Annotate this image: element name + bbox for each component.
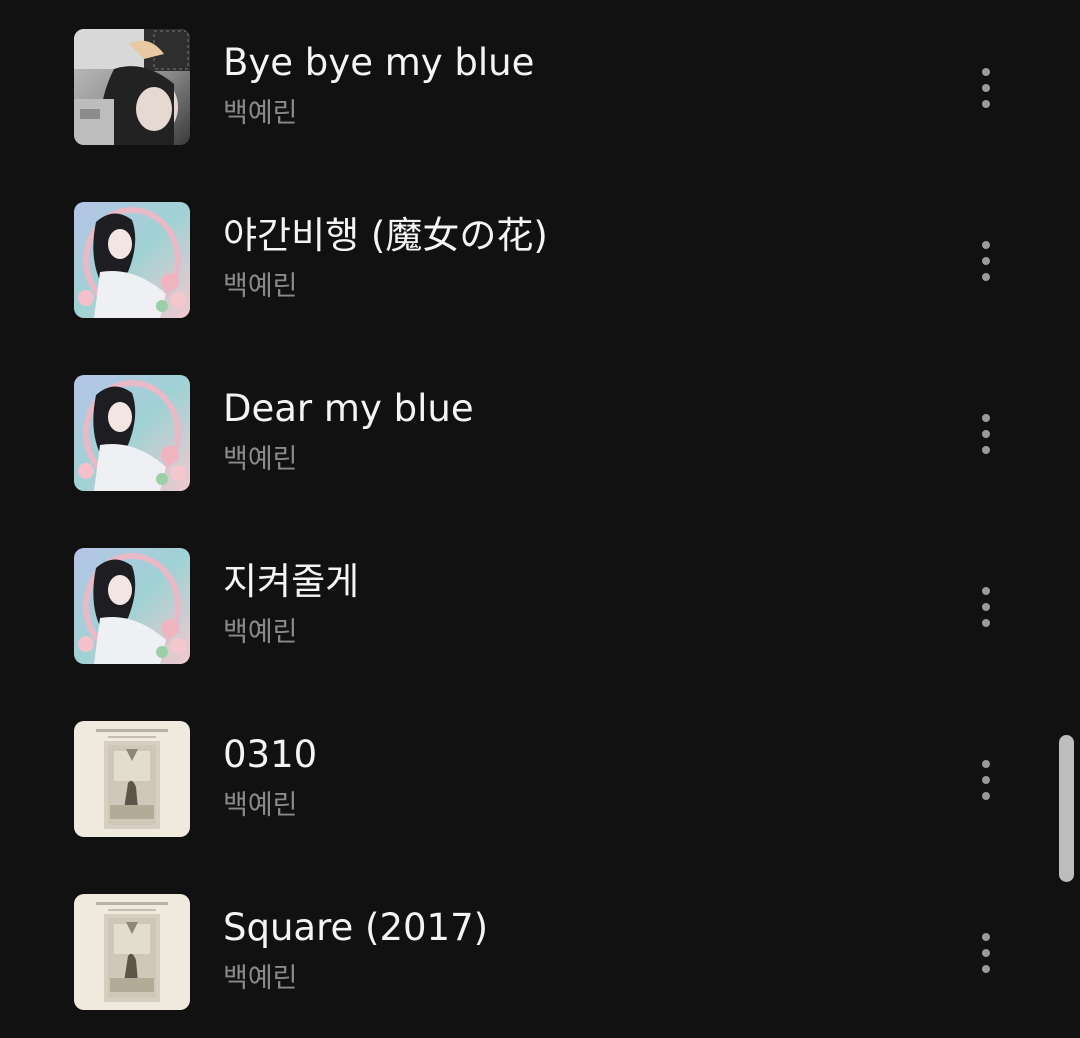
dot xyxy=(982,273,990,281)
dot xyxy=(982,414,990,422)
song-row[interactable]: Square (2017) 백예린 xyxy=(0,865,1080,1038)
more-vert-icon[interactable] xyxy=(964,750,1008,810)
dot xyxy=(982,965,990,973)
album-art-our-love-is-great[interactable] xyxy=(74,375,190,491)
song-title[interactable]: Square (2017) xyxy=(223,906,488,950)
song-title[interactable]: 지켜줄게 xyxy=(223,560,359,604)
dot xyxy=(982,100,990,108)
album-art-every-letter[interactable] xyxy=(74,894,190,1010)
song-title[interactable]: Dear my blue xyxy=(223,387,474,431)
more-vert-icon[interactable] xyxy=(964,58,1008,118)
song-title[interactable]: Bye bye my blue xyxy=(223,41,534,85)
song-title[interactable]: 야간비행 (魔女の花) xyxy=(223,214,548,258)
dot xyxy=(982,603,990,611)
song-list: Bye bye my blue 백예린 야간비행 (魔女の花) 백예린 Dear… xyxy=(0,0,1080,1036)
song-row[interactable]: 0310 백예린 xyxy=(0,692,1080,865)
dot xyxy=(982,587,990,595)
dot xyxy=(982,933,990,941)
song-title[interactable]: 0310 xyxy=(223,733,317,777)
song-artist: 백예린 xyxy=(223,963,298,994)
dot xyxy=(982,446,990,454)
song-artist: 백예린 xyxy=(223,271,298,302)
song-row[interactable]: Dear my blue 백예린 xyxy=(0,346,1080,519)
dot xyxy=(982,619,990,627)
scrollbar[interactable] xyxy=(1059,735,1074,882)
dot xyxy=(982,68,990,76)
song-artist: 백예린 xyxy=(223,617,298,648)
song-artist: 백예린 xyxy=(223,790,298,821)
dot xyxy=(982,792,990,800)
more-vert-icon[interactable] xyxy=(964,231,1008,291)
album-art-every-letter[interactable] xyxy=(74,721,190,837)
more-vert-icon[interactable] xyxy=(964,404,1008,464)
song-row[interactable]: 지켜줄게 백예린 xyxy=(0,519,1080,692)
album-art-bye-bye-my-blue[interactable] xyxy=(74,29,190,145)
dot xyxy=(982,430,990,438)
dot xyxy=(982,84,990,92)
song-artist: 백예린 xyxy=(223,98,298,129)
dot xyxy=(982,760,990,768)
more-vert-icon[interactable] xyxy=(964,577,1008,637)
album-art-our-love-is-great[interactable] xyxy=(74,548,190,664)
dot xyxy=(982,241,990,249)
song-row[interactable]: 야간비행 (魔女の花) 백예린 xyxy=(0,173,1080,346)
dot xyxy=(982,949,990,957)
album-art-our-love-is-great[interactable] xyxy=(74,202,190,318)
song-row[interactable]: Bye bye my blue 백예린 xyxy=(0,0,1080,173)
more-vert-icon[interactable] xyxy=(964,923,1008,983)
dot xyxy=(982,257,990,265)
dot xyxy=(982,776,990,784)
song-artist: 백예린 xyxy=(223,444,298,475)
